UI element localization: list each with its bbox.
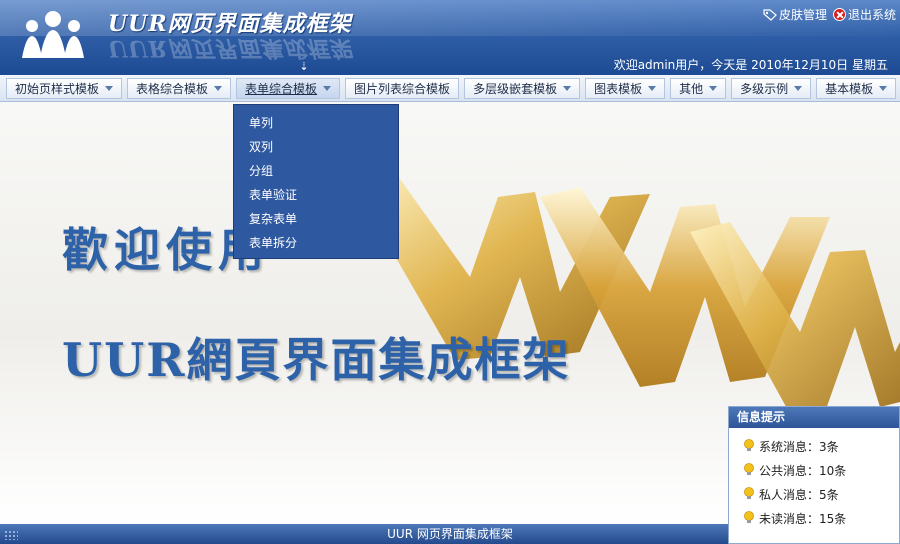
tag-icon	[763, 8, 777, 21]
menu-item-label: 图表模板	[594, 81, 643, 96]
menu-item-label: 表单综合模板	[245, 81, 318, 96]
top-links: 皮肤管理 退出系统	[763, 6, 896, 23]
info-row-label: 未读消息：15条	[759, 511, 847, 526]
info-row-label: 私人消息：5条	[759, 487, 839, 502]
skin-manage-label: 皮肤管理	[778, 8, 827, 22]
chevron-down-icon	[709, 85, 718, 91]
info-panel-body: 系统消息：3条 公共消息：10条 私人消息：5条 未读消息：15条	[729, 428, 899, 530]
exit-system-label: 退出系统	[847, 8, 896, 22]
info-row-label: 公共消息：10条	[759, 463, 847, 478]
menu-item-label: 初始页样式模板	[15, 81, 100, 96]
exit-system-link[interactable]: 退出系统	[832, 6, 896, 23]
skin-manage-link[interactable]: 皮肤管理	[763, 6, 827, 23]
menu-item-table-templates[interactable]: 表格综合模板	[127, 77, 232, 99]
collapse-header-arrow-icon[interactable]: ⇣	[298, 61, 310, 73]
header: UUR网页界面集成框架 UUR网页界面集成框架 皮肤管理 退出系统 ⇣ 欢迎ad…	[0, 0, 900, 75]
info-row-label: 系统消息：3条	[759, 439, 839, 454]
menu-item-initial-page[interactable]: 初始页样式模板	[6, 77, 123, 99]
info-panel-title: 信息提示	[729, 407, 899, 428]
dropdown-item-single-column[interactable]: 单列	[234, 113, 398, 137]
menu-item-label: 表格综合模板	[136, 81, 209, 96]
lightbulb-icon	[744, 463, 754, 475]
menu-item-other[interactable]: 其他	[670, 77, 727, 99]
info-row-private[interactable]: 私人消息：5条	[743, 482, 899, 506]
chevron-down-icon	[105, 85, 114, 91]
dropdown-item-form-split[interactable]: 表单拆分	[234, 233, 398, 257]
lightbulb-icon	[744, 487, 754, 499]
form-templates-dropdown: 单列 双列 分组 表单验证 复杂表单 表单拆分	[233, 104, 399, 259]
chevron-down-icon	[648, 85, 657, 91]
info-panel: 信息提示 系统消息：3条 公共消息：10条 私人消息：5条 未读消息：15条	[728, 406, 900, 544]
lightbulb-icon	[744, 439, 754, 451]
menu-item-label: 基本模板	[825, 81, 874, 96]
menu-item-label: 多级示例	[740, 81, 789, 96]
app-title-reflection: UUR网页界面集成框架	[108, 35, 352, 61]
menu-item-multilevel-examples[interactable]: 多级示例	[731, 77, 812, 99]
menu-item-label: 多层级嵌套模板	[473, 81, 558, 96]
welcome-text: 欢迎admin用户，今天是 2010年12月10日 星期五	[613, 58, 888, 72]
chevron-down-icon	[879, 85, 888, 91]
menu-item-label: 其他	[679, 81, 704, 96]
info-row-public[interactable]: 公共消息：10条	[743, 458, 899, 482]
menu-item-basic-templates[interactable]: 基本模板	[816, 77, 897, 99]
grip-icon[interactable]	[4, 530, 18, 540]
menu-item-nested-templates[interactable]: 多层级嵌套模板	[464, 77, 581, 99]
info-row-system[interactable]: 系统消息：3条	[743, 434, 899, 458]
chevron-down-icon	[214, 85, 223, 91]
menu-item-image-list-templates[interactable]: 图片列表综合模板	[345, 77, 460, 99]
dropdown-item-group[interactable]: 分组	[234, 161, 398, 185]
footer-text: UUR 网页界面集成框架	[387, 527, 513, 541]
lightbulb-icon	[744, 511, 754, 523]
people-logo-icon	[22, 11, 84, 58]
dropdown-item-complex-form[interactable]: 复杂表单	[234, 209, 398, 233]
exit-icon	[832, 8, 846, 21]
chevron-down-icon	[563, 85, 572, 91]
menu-item-label: 图片列表综合模板	[354, 81, 451, 96]
menu-item-form-templates[interactable]: 表单综合模板	[236, 77, 341, 99]
info-row-unread[interactable]: 未读消息：15条	[743, 506, 899, 530]
dropdown-item-form-validation[interactable]: 表单验证	[234, 185, 398, 209]
chevron-down-icon	[323, 85, 332, 91]
chevron-down-icon	[794, 85, 803, 91]
banner-title-line: UUR網頁界面集成框架	[62, 333, 571, 387]
main-menu-bar: 初始页样式模板 表格综合模板 表单综合模板 图片列表综合模板 多层级嵌套模板 图…	[0, 75, 900, 102]
menu-item-chart-templates[interactable]: 图表模板	[585, 77, 666, 99]
dropdown-item-double-column[interactable]: 双列	[234, 137, 398, 161]
